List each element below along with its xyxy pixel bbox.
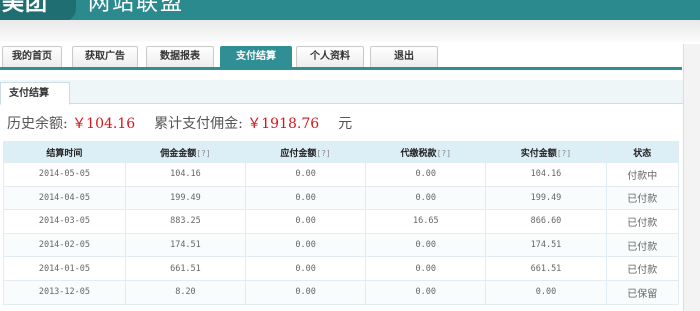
table-cell: 0.00 bbox=[245, 209, 367, 234]
nav-underline bbox=[0, 67, 682, 70]
vertical-scrollbar[interactable] bbox=[683, 44, 700, 311]
history-balance-label: 历史余额: bbox=[7, 116, 68, 132]
help-hint[interactable]: [?] bbox=[196, 149, 210, 158]
table-cell: 0.00 bbox=[245, 162, 367, 187]
table-cell: 已付款 bbox=[605, 185, 680, 211]
table-cell: 661.51 bbox=[485, 256, 607, 281]
table-cell: 104.16 bbox=[124, 162, 247, 187]
tab-reports[interactable]: 数据报表 bbox=[146, 46, 214, 67]
table-header-row: 结算时间 佣金金额[?] 应付金额[?] 代缴税款[?] 实付金额[?] 状态 bbox=[3, 141, 680, 163]
tab-home[interactable]: 我的首页 bbox=[2, 46, 62, 67]
table-cell: 0.00 bbox=[245, 232, 367, 258]
table-cell: 8.20 bbox=[124, 279, 247, 305]
subtab-payment[interactable]: 支付结算 bbox=[0, 82, 70, 105]
table-cell: 0.00 bbox=[365, 162, 487, 187]
table-cell: 2014-02-05 bbox=[3, 232, 126, 258]
table-cell: 付款中 bbox=[605, 162, 680, 187]
col-settle-date: 结算时间 bbox=[3, 141, 126, 163]
table-cell: 661.51 bbox=[124, 256, 247, 281]
help-hint[interactable]: [?] bbox=[316, 149, 330, 158]
table-cell: 已付款 bbox=[605, 232, 680, 258]
col-tax: 代缴税款[?] bbox=[365, 141, 487, 163]
subtab-bar bbox=[0, 80, 683, 104]
tab-payment[interactable]: 支付结算 bbox=[220, 46, 292, 67]
currency-unit: 元 bbox=[338, 116, 353, 132]
tab-profile[interactable]: 个人资料 bbox=[296, 46, 364, 67]
table-cell: 104.16 bbox=[485, 162, 607, 187]
table-cell: 16.65 bbox=[365, 209, 487, 234]
table-cell: 199.49 bbox=[124, 185, 247, 211]
tab-get-ads[interactable]: 获取广告 bbox=[72, 46, 138, 67]
table-cell: 2014-05-05 bbox=[3, 162, 126, 187]
table-row: 2014-01-05 661.51 0.00 0.00 661.51 已付款 bbox=[3, 256, 680, 281]
col-payable: 应付金额[?] bbox=[245, 141, 367, 163]
header-banner: 美团 网站联盟 bbox=[0, 0, 700, 20]
table-cell: 2014-04-05 bbox=[3, 185, 126, 211]
table-cell: 883.25 bbox=[124, 209, 247, 234]
history-balance-value: ￥104.16 bbox=[72, 116, 136, 132]
table-cell: 已付款 bbox=[605, 256, 680, 281]
table-cell: 0.00 bbox=[245, 256, 367, 281]
help-hint[interactable]: [?] bbox=[557, 149, 571, 158]
total-commission-value: ￥1918.76 bbox=[247, 116, 320, 132]
col-status: 状态 bbox=[605, 141, 680, 163]
table-cell: 0.00 bbox=[365, 256, 487, 281]
table-row: 2014-03-05 883.25 0.00 16.65 866.60 已付款 bbox=[3, 209, 680, 234]
col-actual-paid: 实付金额[?] bbox=[485, 141, 607, 163]
table-cell: 0.00 bbox=[245, 279, 367, 305]
table-cell: 0.00 bbox=[245, 185, 367, 211]
table-cell: 174.51 bbox=[124, 232, 247, 258]
table-cell: 已保留 bbox=[605, 279, 680, 305]
site-title: 网站联盟 bbox=[88, 0, 185, 16]
table-cell: 0.00 bbox=[365, 232, 487, 258]
table-cell: 866.60 bbox=[485, 209, 607, 234]
table-cell: 0.00 bbox=[485, 279, 607, 305]
payment-table: 结算时间 佣金金额[?] 应付金额[?] 代缴税款[?] 实付金额[?] 状态 … bbox=[3, 141, 680, 305]
table-cell: 已付款 bbox=[605, 209, 680, 234]
table-cell: 2013-12-05 bbox=[3, 279, 126, 305]
table-row: 2014-02-05 174.51 0.00 0.00 174.51 已付款 bbox=[3, 232, 680, 258]
table-cell: 0.00 bbox=[365, 185, 487, 211]
table-cell: 2014-01-05 bbox=[3, 256, 126, 281]
balance-summary: 历史余额: ￥104.16 累计支付佣金: ￥1918.76 元 bbox=[7, 113, 352, 133]
table-cell: 199.49 bbox=[485, 185, 607, 211]
help-hint[interactable]: [?] bbox=[437, 149, 451, 158]
table-cell: 2014-03-05 bbox=[3, 209, 126, 234]
banner-shadow bbox=[0, 20, 700, 42]
table-cell: 0.00 bbox=[365, 279, 487, 305]
total-commission-label: 累计支付佣金: bbox=[154, 116, 243, 132]
tab-logout[interactable]: 退出 bbox=[370, 46, 438, 67]
col-commission: 佣金金额[?] bbox=[124, 141, 247, 163]
table-row: 2014-04-05 199.49 0.00 0.00 199.49 已付款 bbox=[3, 185, 680, 211]
table-row: 2013-12-05 8.20 0.00 0.00 0.00 已保留 bbox=[3, 279, 680, 305]
brand-logo[interactable]: 美团 bbox=[0, 0, 76, 20]
table-row: 2014-05-05 104.16 0.00 0.00 104.16 付款中 bbox=[3, 162, 680, 187]
table-cell: 174.51 bbox=[485, 232, 607, 258]
